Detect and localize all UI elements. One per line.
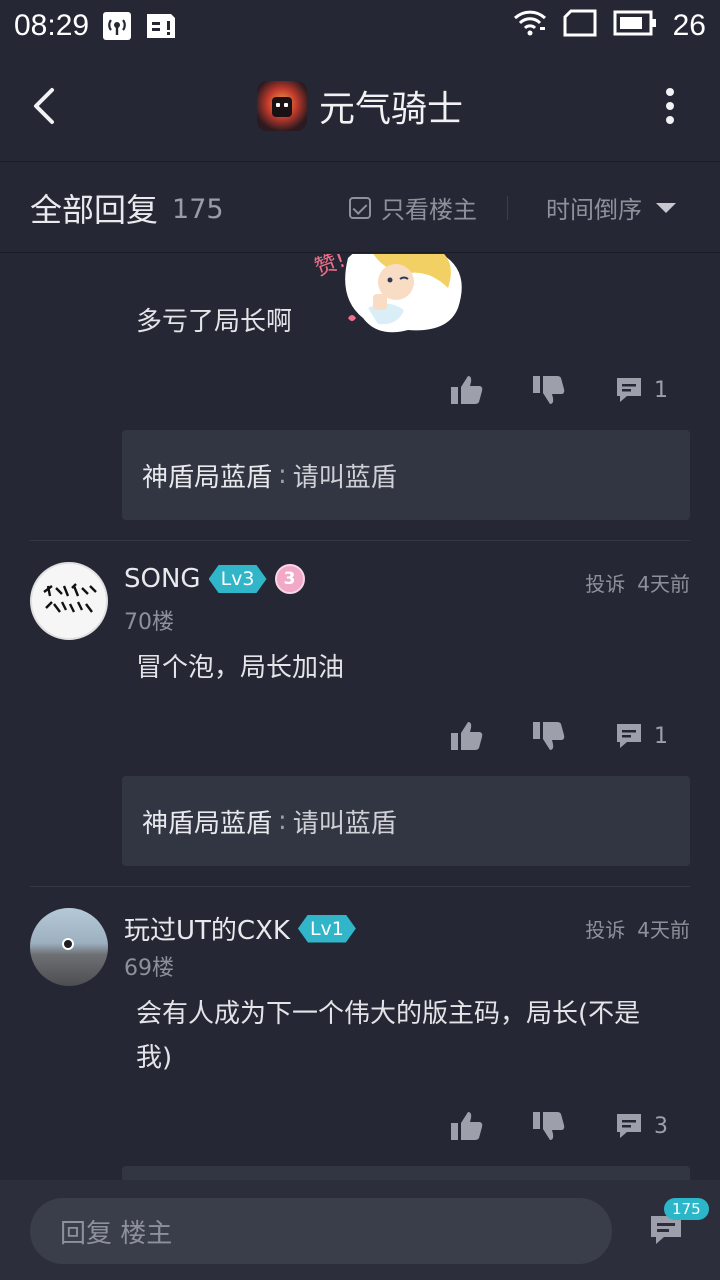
avatar[interactable] bbox=[30, 908, 108, 986]
sim-icon bbox=[145, 12, 177, 40]
reply-author[interactable]: 神盾局蓝盾 bbox=[142, 803, 272, 840]
comment-button[interactable]: 3 bbox=[614, 1111, 668, 1141]
floor-number: 69楼 bbox=[124, 956, 174, 981]
post-actions: 1 bbox=[450, 374, 668, 406]
all-replies-count: 175 bbox=[172, 194, 224, 225]
thumbs-up-icon bbox=[451, 376, 483, 404]
medal-badge: 3 bbox=[274, 564, 305, 594]
reply-author[interactable]: 神盾局蓝盾 bbox=[142, 457, 272, 494]
reply-input[interactable]: 回复 楼主 bbox=[30, 1198, 612, 1264]
caret-down-icon bbox=[656, 202, 676, 213]
comment-button[interactable]: 1 bbox=[614, 721, 668, 751]
thumbs-down-icon bbox=[533, 722, 565, 750]
comment-button[interactable]: 1 bbox=[614, 375, 668, 405]
wifi-icon bbox=[513, 9, 547, 44]
thumbs-up-sticker: 赞! bbox=[308, 254, 478, 346]
username-row: 玩过UT的CXK Lv1 bbox=[124, 910, 356, 947]
status-bar: 08:29 26 bbox=[0, 0, 720, 52]
post-meta: 投诉 4天前 bbox=[585, 914, 690, 943]
post-text-line: 我) bbox=[136, 1043, 173, 1073]
comment-count-badge: 175 bbox=[664, 1198, 709, 1220]
comment-icon bbox=[617, 378, 641, 402]
reply-feed[interactable]: 赞! 多亏了局长啊 1 神盾局蓝盾 : 请叫蓝盾 SONG Lv3 3 70楼 … bbox=[0, 254, 720, 1180]
avatar-calligraphy bbox=[43, 583, 97, 613]
level-badge: Lv1 bbox=[298, 915, 356, 943]
avatar[interactable] bbox=[30, 562, 108, 640]
dislike-button[interactable] bbox=[532, 1110, 566, 1142]
reply-text: 请叫蓝盾 bbox=[292, 808, 397, 839]
like-button[interactable] bbox=[450, 720, 484, 752]
comment-icon bbox=[617, 1114, 641, 1138]
reply-text: 请叫蓝盾 bbox=[292, 462, 397, 493]
comment-count: 1 bbox=[654, 723, 668, 749]
report-link[interactable]: 投诉 bbox=[585, 568, 625, 597]
title-bar: 元气骑士 bbox=[0, 52, 720, 162]
report-link[interactable]: 投诉 bbox=[585, 914, 625, 943]
divider bbox=[30, 886, 690, 887]
comment-count: 1 bbox=[654, 377, 668, 403]
sort-dropdown[interactable]: 时间倒序 bbox=[546, 190, 690, 225]
battery-level: 26 bbox=[672, 9, 706, 42]
thumbs-down-icon bbox=[533, 1112, 565, 1140]
username-row: SONG Lv3 3 bbox=[124, 564, 305, 594]
checkbox-icon[interactable] bbox=[349, 196, 371, 219]
floor-number: 70楼 bbox=[124, 610, 174, 635]
owner-only-toggle[interactable]: 只看楼主 bbox=[349, 190, 477, 225]
username[interactable]: SONG bbox=[124, 564, 201, 594]
sort-label: 时间倒序 bbox=[546, 196, 642, 224]
hotspot-icon bbox=[103, 12, 132, 40]
game-logo-icon bbox=[256, 81, 307, 131]
comment-icon bbox=[617, 724, 641, 748]
post-meta: 投诉 4天前 bbox=[585, 568, 690, 597]
all-replies-label: 全部回复 bbox=[30, 190, 159, 229]
divider bbox=[507, 195, 508, 220]
dislike-button[interactable] bbox=[532, 720, 566, 752]
sticker-text: 赞! bbox=[312, 254, 350, 282]
post-actions: 1 bbox=[450, 720, 668, 752]
battery-icon bbox=[613, 9, 657, 44]
sub-reply[interactable]: 神盾局蓝盾 : 请叫蓝盾 bbox=[122, 776, 690, 866]
sub-reply[interactable] bbox=[122, 1166, 690, 1180]
thumbs-up-icon bbox=[451, 1112, 483, 1140]
reply-separator: : bbox=[278, 460, 287, 490]
like-button[interactable] bbox=[450, 374, 484, 406]
bottom-bar: 回复 楼主 175 bbox=[0, 1180, 720, 1280]
post-text-line: 会有人成为下一个伟大的版主码，局长(不是 bbox=[136, 999, 641, 1029]
username[interactable]: 玩过UT的CXK bbox=[124, 910, 290, 947]
thumbs-down-icon bbox=[533, 376, 565, 404]
dislike-button[interactable] bbox=[532, 374, 566, 406]
comment-count: 3 bbox=[654, 1113, 668, 1139]
status-time: 08:29 bbox=[14, 9, 90, 42]
post-text: 冒个泡，局长加油 bbox=[136, 653, 345, 683]
like-button[interactable] bbox=[450, 1110, 484, 1142]
screen-rotate-icon bbox=[563, 9, 597, 44]
title-group: 元气骑士 bbox=[0, 80, 720, 132]
reply-separator: : bbox=[278, 806, 287, 836]
post-text: 多亏了局长啊 bbox=[136, 307, 293, 337]
post-time: 4天前 bbox=[637, 918, 690, 942]
level-badge: Lv3 bbox=[209, 565, 267, 593]
replies-header: 全部回复 175 只看楼主 时间倒序 bbox=[0, 163, 720, 253]
sub-reply[interactable]: 神盾局蓝盾 : 请叫蓝盾 bbox=[122, 430, 690, 520]
owner-only-label: 只看楼主 bbox=[381, 196, 477, 224]
thumbs-up-icon bbox=[451, 722, 483, 750]
more-vertical-icon[interactable] bbox=[664, 88, 676, 128]
post-time: 4天前 bbox=[637, 572, 690, 596]
page-title: 元气骑士 bbox=[318, 89, 463, 130]
divider bbox=[30, 540, 690, 541]
post-actions: 3 bbox=[450, 1110, 668, 1142]
